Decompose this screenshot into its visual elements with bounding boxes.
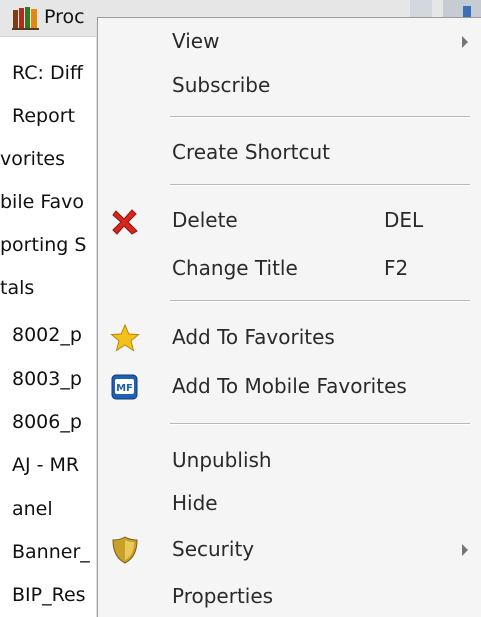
tree-item[interactable]: Banner_ [12,537,90,567]
submenu-arrow-icon [462,544,468,556]
context-menu: View Subscribe Create Shortcut Delete DE… [97,17,481,617]
svg-text:MF: MF [116,383,133,394]
tree-item[interactable]: 8003_p [12,364,82,394]
menu-separator [170,300,470,302]
menu-item-label: Subscribe [172,73,271,97]
menu-item-shortcut: F2 [384,256,409,280]
menu-item-label: Change Title [172,256,298,280]
menu-item-label: Add To Favorites [172,325,335,349]
tree-item[interactable]: AJ - MR [12,450,79,480]
menu-item-add-to-mobile-favorites[interactable]: MF Add To Mobile Favorites [98,368,481,404]
menu-item-unpublish[interactable]: Unpublish [98,442,481,478]
menu-item-label: Delete [172,208,238,232]
tree-item[interactable]: porting S [0,230,86,260]
star-icon [110,323,140,352]
menu-item-delete[interactable]: Delete DEL [98,202,481,238]
menu-separator [170,423,470,425]
menu-item-label: Add To Mobile Favorites [172,374,407,398]
tree-item[interactable]: anel [12,494,53,524]
menu-item-label: Properties [172,584,274,608]
delete-x-icon [112,209,138,235]
menu-item-label: Create Shortcut [172,140,330,164]
tree-item[interactable]: tals [0,273,34,303]
menu-separator [170,184,470,186]
menu-item-change-title[interactable]: Change Title F2 [98,250,481,286]
shield-icon [112,536,138,564]
menu-item-properties[interactable]: Properties [98,578,481,614]
menu-item-add-to-favorites[interactable]: Add To Favorites [98,319,481,355]
library-books-icon [12,7,39,30]
tree-item[interactable]: bile Favo [0,187,84,217]
tree-item[interactable]: vorites [0,144,65,174]
menu-item-view[interactable]: View [98,23,481,59]
submenu-arrow-icon [462,36,468,48]
menu-item-subscribe[interactable]: Subscribe [98,67,481,103]
menu-item-label: Security [172,537,255,561]
tree-item[interactable]: RC: Diff [12,58,83,88]
menu-item-label: View [172,29,220,53]
menu-item-label: Unpublish [172,448,272,472]
menu-item-create-shortcut[interactable]: Create Shortcut [98,134,481,170]
menu-item-hide[interactable]: Hide [98,485,481,521]
tree-root-label: Proc [44,6,85,28]
mobile-favorites-mf-icon: MF [111,374,138,400]
tree-item[interactable]: BIP_Res [12,580,86,610]
menu-separator [170,116,470,118]
menu-item-security[interactable]: Security [98,531,481,567]
tree-item[interactable]: 8006_p [12,407,82,437]
menu-item-label: Hide [172,491,218,515]
tree-item[interactable]: 8002_p [12,320,82,350]
menu-item-shortcut: DEL [384,208,424,232]
tree-item[interactable]: Report [12,101,75,131]
